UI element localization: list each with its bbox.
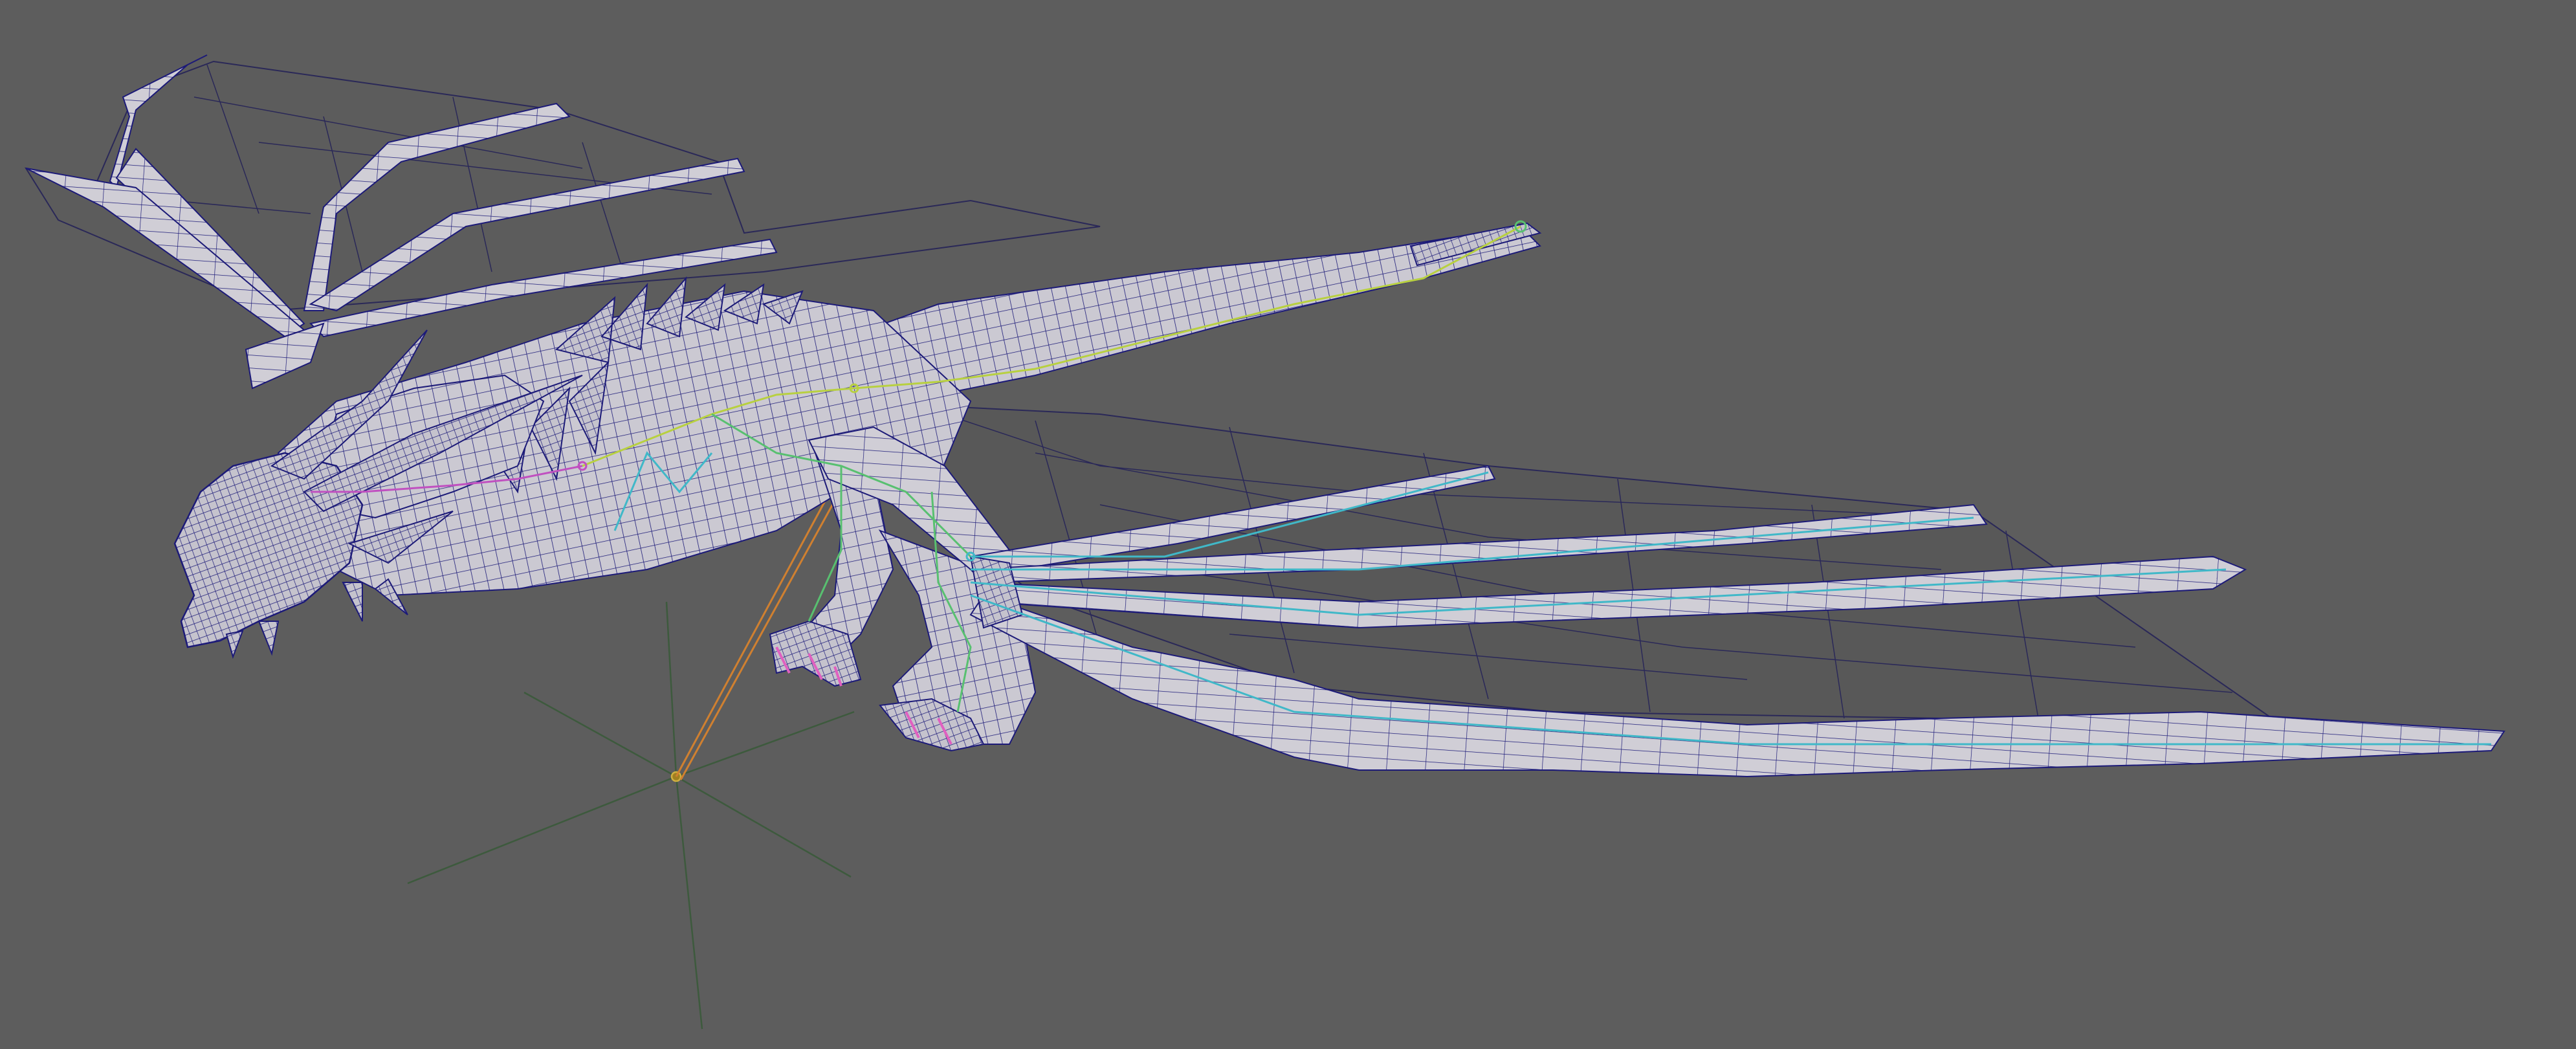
viewport-canvas[interactable] <box>0 0 2576 1049</box>
3d-viewport[interactable] <box>0 0 2576 1049</box>
